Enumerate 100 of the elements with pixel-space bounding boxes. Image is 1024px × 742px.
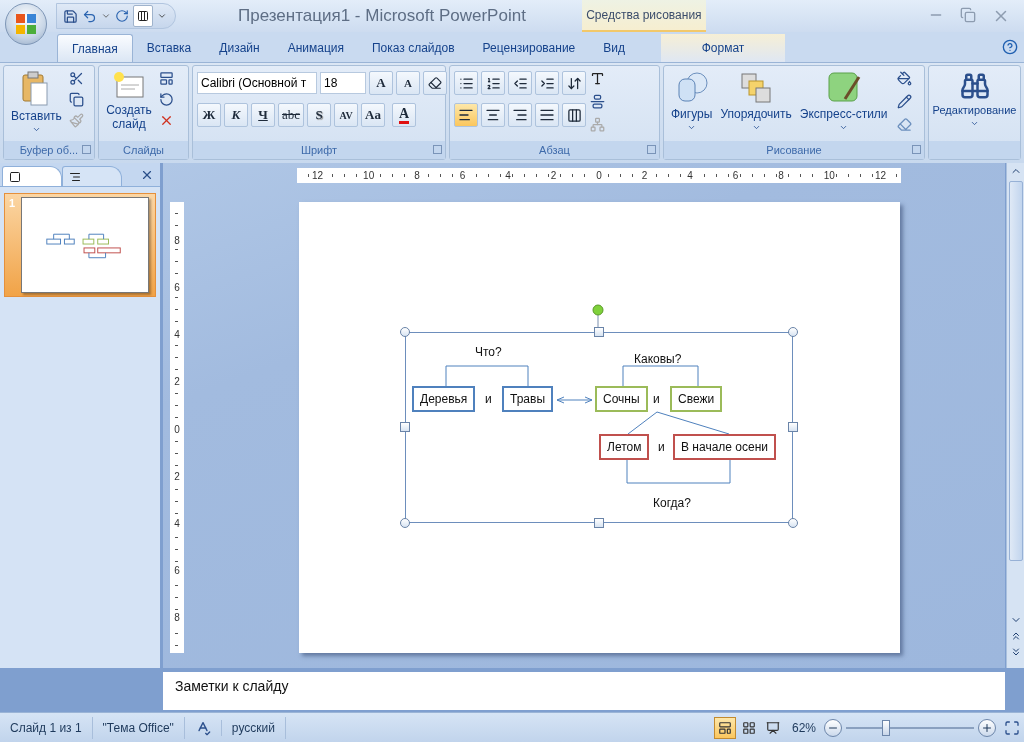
- diagram-box[interactable]: В начале осени: [673, 434, 776, 460]
- ribbon-tab[interactable]: Показ слайдов: [358, 34, 469, 62]
- text-direction-icon[interactable]: [590, 71, 605, 86]
- drawing-button[interactable]: Экспресс-стили: [796, 69, 891, 134]
- ribbon-tab[interactable]: Формат: [661, 34, 785, 62]
- shrink-font-button[interactable]: A: [396, 71, 420, 95]
- double-arrow: [556, 396, 593, 404]
- zoom-out-button[interactable]: [824, 718, 842, 737]
- format-button[interactable]: Ч: [251, 103, 275, 127]
- diagram-box[interactable]: Сочны: [595, 386, 648, 412]
- arrange-icon: [739, 71, 774, 105]
- ribbon-tab[interactable]: Вид: [589, 34, 639, 62]
- diagram-box[interactable]: Травы: [502, 386, 553, 412]
- rotate-handle[interactable]: [592, 304, 604, 328]
- numbering-button[interactable]: [481, 71, 505, 95]
- columns-button[interactable]: [562, 103, 586, 127]
- pane-tab[interactable]: [2, 166, 62, 186]
- font-color-button[interactable]: A: [392, 103, 417, 127]
- line-spacing-button[interactable]: [562, 71, 586, 95]
- redo-icon[interactable]: [115, 9, 129, 23]
- columns-icon: [137, 10, 149, 22]
- diagram-label[interactable]: и: [485, 392, 492, 406]
- ruler-label: 10: [362, 170, 376, 181]
- customize-caret-icon[interactable]: [157, 11, 167, 21]
- eraser-icon: [428, 76, 442, 90]
- slide-icon: [9, 170, 21, 183]
- ribbon-tab[interactable]: Вставка: [132, 34, 206, 62]
- diagram-label[interactable]: и: [658, 440, 665, 454]
- format-button[interactable]: Aa: [361, 103, 386, 127]
- copy-icon[interactable]: [68, 92, 84, 107]
- restore-icon[interactable]: [960, 7, 976, 23]
- caret-icon[interactable]: [101, 11, 111, 21]
- diagram-box[interactable]: Летом: [599, 434, 650, 460]
- grow-font-button[interactable]: A: [369, 71, 393, 95]
- align-button[interactable]: [535, 103, 559, 127]
- align-button[interactable]: [481, 103, 505, 127]
- resize-handle[interactable]: [788, 327, 798, 337]
- office-button[interactable]: [5, 3, 47, 45]
- cut-icon[interactable]: [68, 71, 84, 86]
- undo-icon[interactable]: [82, 8, 97, 24]
- align-button[interactable]: [454, 103, 478, 127]
- office-logo-icon: [14, 12, 38, 36]
- group-label: Абзац: [539, 144, 570, 156]
- bullets-button[interactable]: [454, 71, 478, 95]
- ruler-label: 0: [173, 423, 181, 435]
- diagram-label[interactable]: и: [653, 392, 660, 406]
- delete-icon[interactable]: [159, 113, 174, 128]
- zoom-percent[interactable]: 62%: [791, 720, 816, 735]
- decrease-indent-button[interactable]: [508, 71, 532, 95]
- slide-thumbnail[interactable]: [21, 197, 150, 293]
- format-button[interactable]: abc: [278, 103, 305, 127]
- projector-icon: [765, 720, 780, 735]
- indent-increase-icon: [539, 75, 555, 91]
- notes-field[interactable]: Заметки к слайду: [163, 672, 1005, 710]
- editing-button[interactable]: Редактирование: [929, 69, 1020, 130]
- new-slide-button[interactable]: Создать слайд: [103, 69, 155, 133]
- diagram-label[interactable]: Когда?: [653, 496, 691, 510]
- reset-icon[interactable]: [159, 92, 174, 107]
- resize-handle[interactable]: [788, 422, 798, 432]
- ribbon-tab[interactable]: Рецензирование: [468, 34, 590, 62]
- resize-handle[interactable]: [400, 518, 410, 528]
- diagram-box[interactable]: Деревья: [412, 386, 476, 412]
- diagram-label[interactable]: Что?: [475, 345, 502, 359]
- format-button[interactable]: К: [224, 103, 248, 127]
- slide-counter: Слайд 1 из 1: [0, 716, 93, 739]
- help-icon[interactable]: [1002, 39, 1018, 55]
- scroll-thumb[interactable]: [1008, 181, 1023, 561]
- resize-handle[interactable]: [400, 422, 410, 432]
- view-button[interactable]: [713, 716, 736, 739]
- resize-handle[interactable]: [594, 518, 604, 528]
- diagram-label[interactable]: Каковы?: [634, 352, 682, 366]
- align-text-icon[interactable]: [590, 94, 605, 109]
- bullet-list-icon: [458, 75, 474, 91]
- align-button[interactable]: [508, 103, 532, 127]
- font-size-field[interactable]: 18: [320, 72, 366, 94]
- ribbon-tab[interactable]: Дизайн: [205, 34, 274, 62]
- zoom-thumb[interactable]: [882, 719, 890, 736]
- clear-format-button[interactable]: [423, 71, 447, 95]
- layout-icon[interactable]: [159, 71, 174, 86]
- ribbon-tab[interactable]: Анимация: [273, 34, 358, 62]
- fill-icon[interactable]: [896, 71, 912, 86]
- paste-button[interactable]: Вставить: [8, 69, 65, 136]
- save-icon[interactable]: [63, 8, 78, 24]
- fit-to-window-icon[interactable]: [1004, 719, 1020, 736]
- diagram-box[interactable]: Свежи: [670, 386, 723, 412]
- resize-handle[interactable]: [400, 327, 410, 337]
- drawing-button[interactable]: Упорядочить: [717, 69, 795, 134]
- resize-handle[interactable]: [594, 327, 604, 337]
- format-button[interactable]: S: [307, 103, 332, 127]
- resize-handle[interactable]: [788, 518, 798, 528]
- layout-button[interactable]: [133, 5, 153, 27]
- drawing-button[interactable]: Фигуры: [668, 69, 716, 134]
- binoculars-icon: [959, 71, 990, 101]
- increase-indent-button[interactable]: [535, 71, 559, 95]
- outline-pencil-icon[interactable]: [896, 94, 912, 109]
- zoom-in-button[interactable]: [978, 718, 996, 737]
- ribbon-tab[interactable]: Главная: [57, 34, 133, 62]
- format-button[interactable]: AV: [334, 103, 359, 127]
- font-name-field[interactable]: Calibri (Основной т: [197, 72, 317, 94]
- format-button[interactable]: Ж: [197, 103, 221, 127]
